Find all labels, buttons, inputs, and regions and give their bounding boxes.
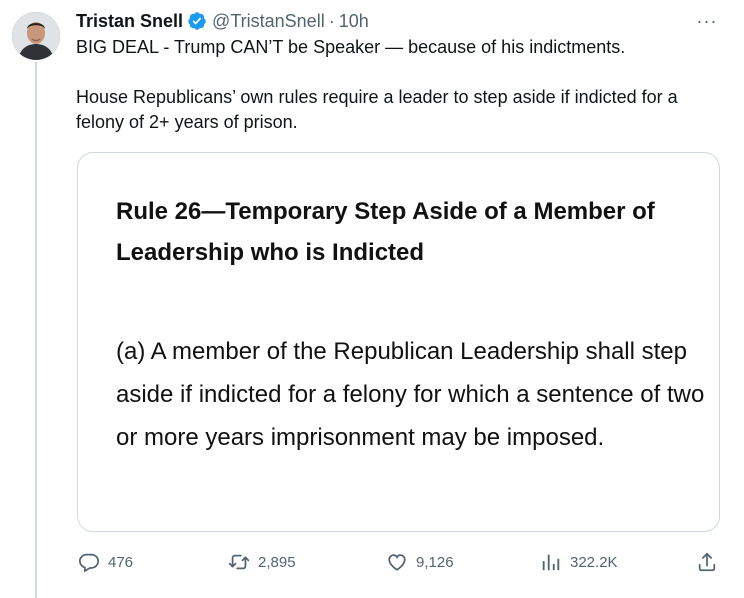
more-options-icon[interactable]: ··· xyxy=(694,9,720,33)
reply-icon xyxy=(78,553,100,573)
reply-count: 476 xyxy=(108,553,134,571)
heart-icon xyxy=(388,554,406,571)
author-display-name[interactable]: Tristan Snell xyxy=(76,11,183,32)
views-button[interactable]: 322.2K xyxy=(540,548,618,576)
rule-title-text: Rule 26—Temporary Step Aside of a Member… xyxy=(116,198,655,266)
tweet-text-paragraph-2: House Republicans’ own rules require a l… xyxy=(76,87,678,132)
verified-badge-icon xyxy=(187,11,207,31)
like-button[interactable]: 9,126 xyxy=(386,548,454,576)
tweet-action-bar: 476 2,895 9,126 322.2K xyxy=(76,548,724,576)
share-icon xyxy=(698,552,716,572)
author-handle[interactable]: @TristanSnell xyxy=(212,11,325,32)
tweet-header: Tristan Snell @TristanSnell · 10h ··· xyxy=(76,9,724,33)
reply-button[interactable]: 476 xyxy=(78,548,133,576)
tweet-timestamp[interactable]: 10h xyxy=(339,11,369,32)
views-chart-icon xyxy=(542,554,560,571)
retweet-button[interactable]: 2,895 xyxy=(228,548,296,576)
thread-connector-line xyxy=(35,62,37,598)
avatar[interactable] xyxy=(12,12,60,60)
separator-dot: · xyxy=(328,10,335,31)
tweet-text-paragraph-1: BIG DEAL - Trump CAN’T be Speaker — beca… xyxy=(76,37,626,57)
retweet-count: 2,895 xyxy=(258,553,296,571)
rule-body-text: (a) A member of the Republican Leadershi… xyxy=(116,338,705,451)
share-button[interactable] xyxy=(696,548,718,576)
views-count: 322.2K xyxy=(570,553,618,571)
retweet-icon xyxy=(228,554,250,570)
avatar-photo xyxy=(12,12,60,60)
like-count: 9,126 xyxy=(416,553,454,571)
tweet-body: BIG DEAL - Trump CAN’T be Speaker — beca… xyxy=(76,35,726,135)
tweet-image[interactable]: Rule 26—Temporary Step Aside of a Member… xyxy=(77,152,720,532)
